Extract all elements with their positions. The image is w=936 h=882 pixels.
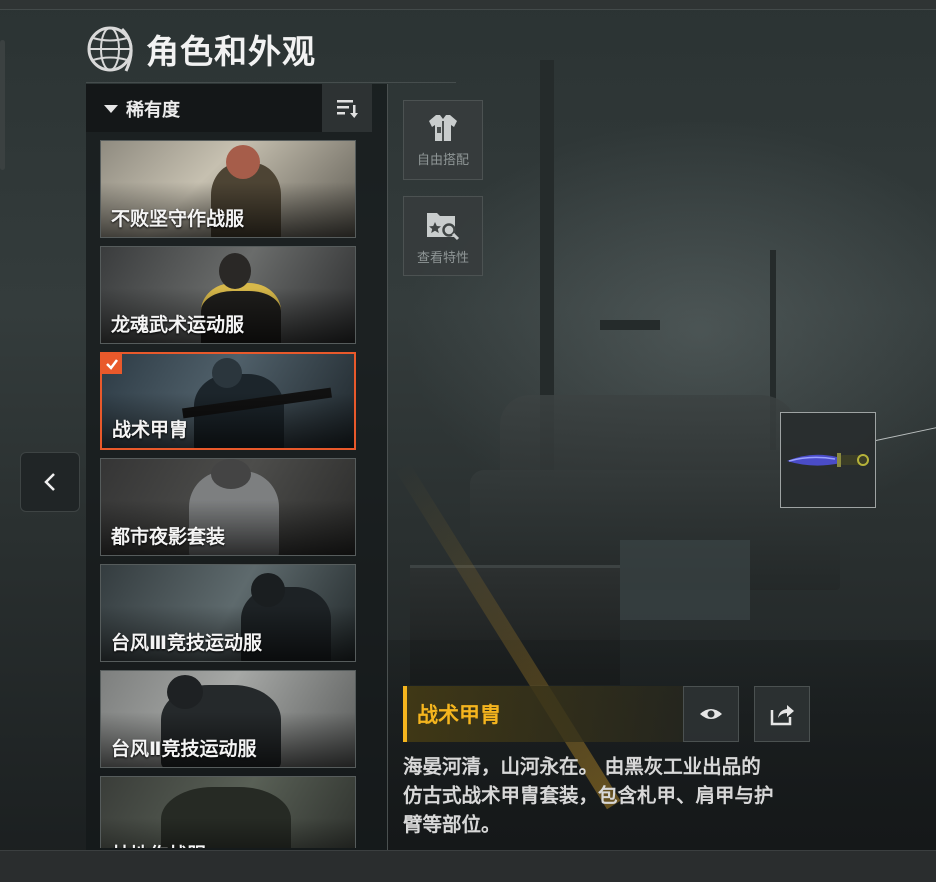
outfit-label: 龙魂武术运动服 xyxy=(111,314,245,336)
outfit-card[interactable]: 都市夜影套装 xyxy=(100,458,356,556)
sort-label: 稀有度 xyxy=(126,100,180,121)
outfit-card[interactable]: 林地作战服 xyxy=(100,776,356,848)
outfit-label: 台风Ⅲ竞技运动服 xyxy=(111,632,262,654)
outfit-panel: 稀有度 不败坚守作战服 龙魂武术运动服 战术甲胄 都市夜影套装 台风Ⅲ竞技运动服… xyxy=(86,84,388,850)
outfit-label: 林地作战服 xyxy=(111,840,206,848)
knife-icon xyxy=(787,453,869,467)
tool-label: 自由搭配 xyxy=(416,153,469,168)
header-divider xyxy=(86,82,456,83)
left-edge-handle xyxy=(0,40,5,170)
outfit-mix-icon xyxy=(429,115,457,141)
chevron-left-icon xyxy=(44,473,55,491)
previous-button[interactable] xyxy=(20,452,80,512)
outfit-label: 战术甲胄 xyxy=(112,419,189,441)
free-match-button[interactable]: 自由搭配 xyxy=(403,100,483,180)
eye-icon xyxy=(700,709,722,719)
globe-icon xyxy=(87,26,133,72)
sort-dropdown[interactable]: 稀有度 xyxy=(104,96,180,122)
share-icon xyxy=(770,705,794,726)
outfit-card[interactable]: 不败坚守作战服 xyxy=(100,140,356,238)
skin-name: 战术甲胄 xyxy=(417,703,501,727)
skin-description: 海晏河清，山河永在。 由黑灰工业出品的 仿古式战术甲胄套装，包含札甲、肩甲与护 … xyxy=(403,752,823,839)
outfit-label: 都市夜影套装 xyxy=(111,526,226,548)
top-border xyxy=(0,0,936,10)
bottom-bar xyxy=(0,850,936,882)
outfit-card[interactable]: 台风Ⅱ竞技运动服 xyxy=(100,670,356,768)
sort-order-icon xyxy=(337,100,358,118)
tool-label: 查看特性 xyxy=(416,251,469,266)
page-header: 角色和外观 xyxy=(86,24,316,74)
weapon-slot[interactable] xyxy=(780,412,876,508)
outfit-card-selected[interactable]: 战术甲胄 xyxy=(100,352,356,450)
description-line: 海晏河清，山河永在。 由黑灰工业出品的 xyxy=(403,755,761,778)
page-title: 角色和外观 xyxy=(146,32,316,71)
preview-button[interactable] xyxy=(683,686,739,742)
outfit-card[interactable]: 台风Ⅲ竞技运动服 xyxy=(100,564,356,662)
skin-name-bar: 战术甲胄 xyxy=(403,686,683,742)
share-button[interactable] xyxy=(754,686,810,742)
outfit-card[interactable]: 龙魂武术运动服 xyxy=(100,246,356,344)
outfit-label: 台风Ⅱ竞技运动服 xyxy=(111,738,257,760)
view-traits-button[interactable]: 查看特性 xyxy=(403,196,483,276)
outfit-list: 不败坚守作战服 龙魂武术运动服 战术甲胄 都市夜影套装 台风Ⅲ竞技运动服 台风Ⅱ… xyxy=(100,140,356,848)
outfit-label: 不败坚守作战服 xyxy=(111,208,245,230)
sort-bar: 稀有度 xyxy=(86,84,372,132)
view-traits-icon xyxy=(427,213,460,241)
description-line: 臂等部位。 xyxy=(403,813,501,836)
triangle-down-icon xyxy=(104,105,118,113)
check-icon xyxy=(102,354,122,374)
description-line: 仿古式战术甲胄套装，包含札甲、肩甲与护 xyxy=(403,784,774,807)
sort-order-button[interactable] xyxy=(322,84,372,132)
